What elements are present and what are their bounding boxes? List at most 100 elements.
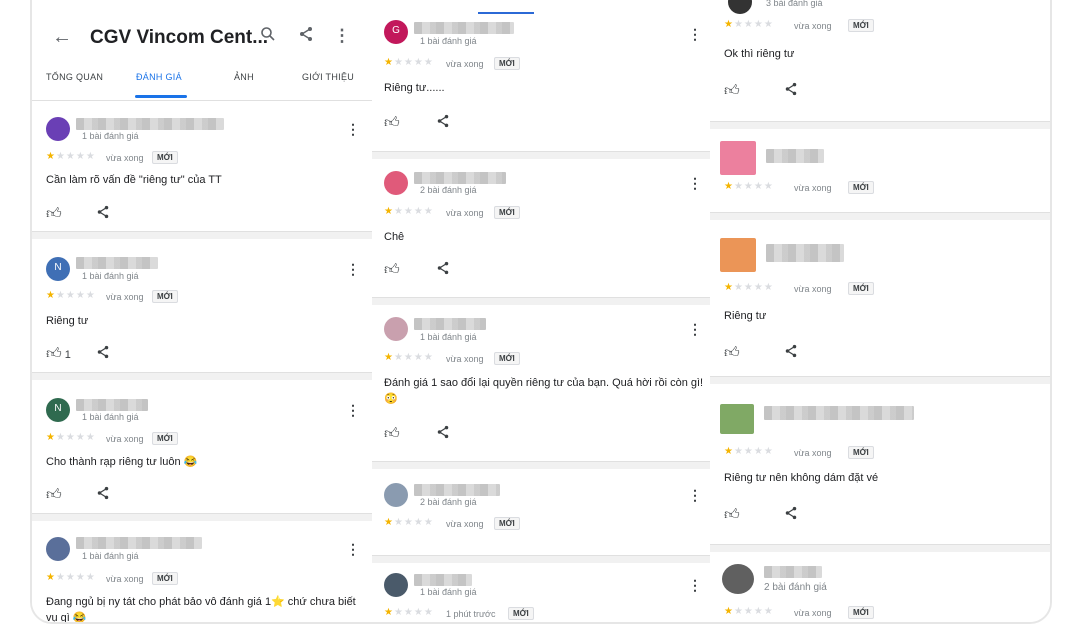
- reviewer-review-count: 1 bài đánh giá: [82, 551, 139, 561]
- review-time: vừa xong: [794, 608, 832, 618]
- avatar: [720, 238, 756, 272]
- star-rating: ★★★★★: [46, 290, 96, 301]
- new-badge: MỚI: [848, 282, 874, 295]
- review-text: Cần làm rõ vấn đề "riêng tư" của TT: [46, 174, 222, 186]
- thumb-up-icon[interactable]: 👍︎: [384, 114, 400, 132]
- star-rating: ★★★★★: [384, 607, 434, 618]
- review-time: 1 phút trước: [446, 609, 496, 619]
- tab-overview[interactable]: TỔNG QUAN: [46, 72, 103, 82]
- share-icon[interactable]: [436, 425, 450, 443]
- avatar: G: [384, 20, 408, 44]
- star-rating: ★★★★★: [724, 446, 774, 457]
- share-icon[interactable]: [96, 205, 110, 223]
- reviewer-name-blurred: [76, 399, 148, 411]
- reviewer-name-blurred: [766, 244, 844, 262]
- review-time: vừa xong: [446, 59, 484, 69]
- more-vert-icon[interactable]: ⋮: [688, 321, 702, 338]
- reviewer-name-blurred: [414, 22, 514, 34]
- share-icon[interactable]: [784, 506, 798, 524]
- thumb-up-icon[interactable]: 👍︎: [384, 425, 400, 443]
- more-vert-icon[interactable]: ⋮: [332, 26, 352, 46]
- share-icon[interactable]: [784, 344, 798, 362]
- new-badge: MỚI: [152, 432, 178, 445]
- thumb-up-icon[interactable]: 👍︎: [724, 344, 740, 362]
- more-vert-icon[interactable]: ⋮: [688, 175, 702, 192]
- reviewer-name-blurred: [764, 566, 822, 578]
- search-icon[interactable]: [258, 26, 278, 46]
- place-header: ← CGV Vincom Cent... ⋮ TỔNG QUAN ĐÁNH GI…: [32, 0, 372, 101]
- new-badge: MỚI: [152, 151, 178, 164]
- thumb-up-icon[interactable]: 👍︎: [724, 82, 740, 100]
- review-card: 1 bài đánh giá ⋮ ★★★★★ vừa xong MỚI Đang…: [32, 521, 372, 624]
- thumb-up-icon[interactable]: 👍︎: [724, 506, 740, 524]
- review-text: Riêng tư......: [384, 82, 445, 94]
- review-time: vừa xong: [106, 434, 144, 444]
- star-rating: ★★★★★: [384, 352, 434, 363]
- avatar: [46, 117, 70, 141]
- star-rating: ★★★★★: [384, 206, 434, 217]
- divider: [372, 556, 710, 563]
- reviewer-name-blurred: [414, 484, 500, 496]
- reviewer-name-blurred: [766, 149, 824, 163]
- review-time: vừa xong: [794, 21, 832, 31]
- star-rating: ★★★★★: [46, 432, 96, 443]
- review-text: Đang ngủ bị ny tát cho phát bảo vô đánh …: [46, 596, 356, 624]
- review-text: Riêng tư nên không dám đặt vé: [724, 472, 879, 484]
- thumb-up-icon[interactable]: 👍︎: [46, 205, 62, 223]
- tab-about[interactable]: GIỚI THIỆU: [302, 72, 354, 82]
- thumb-up-icon[interactable]: 👍︎: [46, 486, 62, 504]
- avatar: [720, 141, 756, 175]
- more-vert-icon[interactable]: ⋮: [688, 487, 702, 504]
- divider: [372, 462, 710, 469]
- review-time: vừa xong: [106, 292, 144, 302]
- avatar: N: [46, 398, 70, 422]
- thumb-up-icon[interactable]: 👍︎ 1: [46, 345, 71, 363]
- review-card: N 1 bài đánh giá ⋮ ★★★★★ vừa xong MỚI Ch…: [32, 380, 372, 514]
- tab-photos[interactable]: ẢNH: [234, 72, 254, 82]
- divider: [32, 514, 372, 521]
- star-rating: ★★★★★: [384, 517, 434, 528]
- more-vert-icon[interactable]: ⋮: [688, 26, 702, 43]
- review-column-3: 3 bài đánh giá ★★★★★ vừa xong MỚI Ok thì…: [710, 0, 1050, 622]
- avatar: [722, 564, 754, 594]
- review-text: Đánh giá 1 sao đổi lại quyền riêng tư củ…: [384, 377, 704, 405]
- review-text: Chê: [384, 231, 405, 243]
- avatar: [384, 171, 408, 195]
- review-text: Ok thì riêng tư: [724, 48, 795, 60]
- reviewer-review-count: 1 bài đánh giá: [82, 271, 139, 281]
- more-vert-icon[interactable]: ⋮: [346, 261, 360, 278]
- share-icon[interactable]: [96, 345, 110, 363]
- review-card: 2 bài đánh giá ⋮ ★★★★★ vừa xong MỚI Chê …: [372, 159, 710, 298]
- more-vert-icon[interactable]: ⋮: [346, 541, 360, 558]
- more-vert-icon[interactable]: ⋮: [346, 402, 360, 419]
- review-time: vừa xong: [794, 284, 832, 294]
- more-vert-icon[interactable]: ⋮: [688, 577, 702, 594]
- more-vert-icon[interactable]: ⋮: [346, 121, 360, 138]
- review-text: Riêng tư: [46, 315, 89, 327]
- share-icon[interactable]: [784, 82, 798, 100]
- like-count: 1: [64, 349, 71, 361]
- new-badge: MỚI: [848, 19, 874, 32]
- review-time: vừa xong: [794, 183, 832, 193]
- star-rating: ★★★★★: [46, 572, 96, 583]
- reviewer-review-count: 1 bài đánh giá: [82, 412, 139, 422]
- new-badge: MỚI: [494, 57, 520, 70]
- review-card: 2 bài đánh giá ★★★★★ vừa xong MỚI: [710, 552, 1050, 622]
- new-badge: MỚI: [494, 517, 520, 530]
- thumb-up-icon[interactable]: 👍︎: [384, 261, 400, 279]
- star-rating: ★★★★★: [724, 181, 774, 192]
- reviewer-name-blurred: [764, 406, 914, 420]
- share-icon[interactable]: [436, 114, 450, 132]
- star-rating: ★★★★★: [724, 606, 774, 617]
- avatar: [384, 483, 408, 507]
- divider: [372, 152, 710, 159]
- review-card: 1 bài đánh giá ⋮ ★★★★★ vừa xong MỚI Cần …: [32, 101, 372, 232]
- back-arrow-icon[interactable]: ←: [52, 26, 72, 49]
- tab-reviews[interactable]: ĐÁNH GIÁ: [136, 72, 182, 82]
- reviewer-review-count: 3 bài đánh giá: [766, 0, 823, 8]
- share-icon[interactable]: [296, 26, 316, 46]
- divider: [372, 298, 710, 305]
- share-icon[interactable]: [436, 261, 450, 279]
- avatar: [728, 0, 752, 14]
- share-icon[interactable]: [96, 486, 110, 504]
